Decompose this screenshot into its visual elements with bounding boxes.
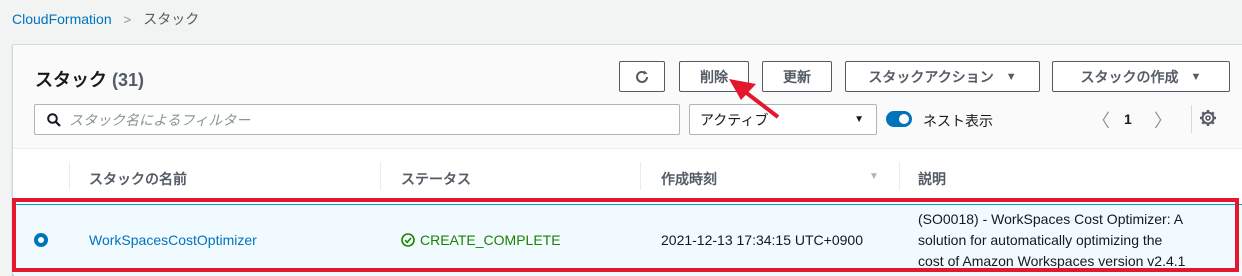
column-header-description[interactable]: 説明 (918, 169, 946, 189)
stack-status-text: CREATE_COMPLETE (420, 232, 561, 248)
nested-view-toggle[interactable] (886, 111, 912, 127)
refresh-button[interactable] (619, 61, 665, 92)
page-title: スタック (31) (35, 66, 144, 92)
stack-actions-button[interactable]: スタックアクション ▼ (845, 61, 1040, 92)
create-stack-label: スタックの作成 (1080, 68, 1179, 85)
caret-down-icon: ▼ (854, 114, 864, 125)
create-stack-button[interactable]: スタックの作成 ▼ (1052, 61, 1230, 92)
stack-actions-label: スタックアクション (868, 68, 994, 85)
pagination-divider (1191, 105, 1192, 133)
description-line: (SO0018) - WorkSpaces Cost Optimizer: A (918, 211, 1184, 227)
caret-down-icon: ▼ (1190, 70, 1202, 83)
caret-down-icon: ▼ (1005, 70, 1017, 83)
radio-dot (38, 237, 44, 243)
sort-down-icon[interactable]: ▼ (869, 171, 879, 182)
stack-name-link[interactable]: WorkSpacesCostOptimizer (89, 232, 257, 248)
stack-filter-input[interactable]: スタック名によるフィルター (34, 104, 680, 135)
status-filter-value: アクティブ (700, 111, 769, 128)
filter-placeholder: スタック名によるフィルター (69, 111, 251, 128)
row-select-radio[interactable] (34, 233, 48, 247)
status-filter-select[interactable]: アクティブ ▼ (689, 104, 877, 135)
column-header-status[interactable]: ステータス (401, 169, 471, 189)
check-circle-icon (401, 233, 415, 247)
stack-description: (SO0018) - WorkSpaces Cost Optimizer: A … (918, 209, 1208, 272)
toggle-knob (899, 114, 909, 124)
refresh-icon (636, 70, 648, 83)
description-line: solution for automatically optimizing th… (918, 232, 1163, 248)
pagination-next-icon[interactable]: 〉 (1154, 107, 1172, 133)
stacks-count: (31) (112, 70, 145, 90)
search-icon (47, 112, 61, 127)
stack-status: CREATE_COMPLETE (401, 232, 561, 248)
column-header-stack-name[interactable]: スタックの名前 (89, 169, 187, 189)
update-button[interactable]: 更新 (762, 61, 832, 92)
column-divider (899, 162, 900, 190)
column-divider (640, 162, 641, 190)
description-line: cost of Amazon Workspaces version v2.4.1 (918, 253, 1186, 269)
stacks-title: スタック (35, 70, 107, 90)
breadcrumb: CloudFormation > スタック (12, 9, 199, 29)
breadcrumb-separator: > (123, 11, 132, 27)
stack-created-time: 2021-12-13 17:34:15 UTC+0900 (661, 232, 863, 248)
column-divider (380, 162, 381, 190)
stacks-panel: スタック (31) 削除 更新 スタックアクション ▼ スタックの作成 ▼ スタ… (12, 44, 1242, 276)
nested-view-label: ネスト表示 (923, 113, 993, 129)
pagination-current-page[interactable]: 1 (1124, 111, 1132, 127)
gear-icon[interactable] (1199, 109, 1217, 127)
breadcrumb-cloudformation-link[interactable]: CloudFormation (12, 11, 112, 27)
delete-button[interactable]: 削除 (679, 61, 749, 92)
column-divider (69, 162, 70, 190)
pagination-prev-icon[interactable]: 〈 (1092, 107, 1110, 133)
breadcrumb-current: スタック (143, 11, 200, 27)
column-header-created-time[interactable]: 作成時刻 (661, 169, 717, 189)
